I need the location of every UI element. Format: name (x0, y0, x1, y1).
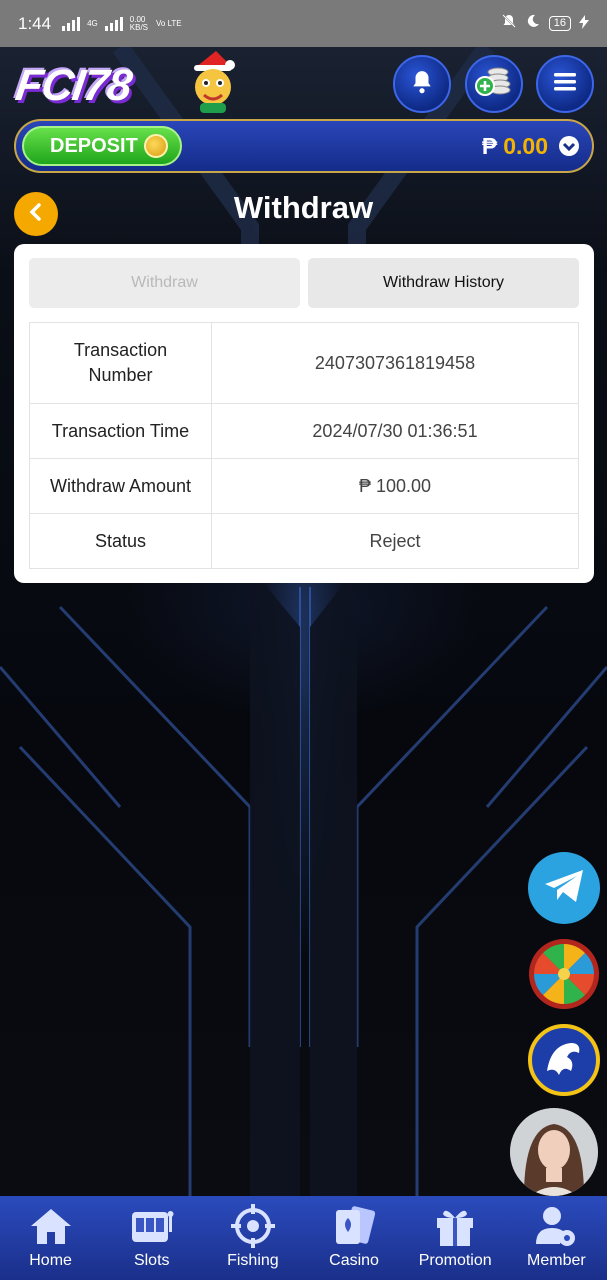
slot-machine-icon (130, 1204, 174, 1248)
add-coins-icon (474, 64, 514, 105)
dragon-icon (541, 1035, 587, 1086)
brand-logo[interactable]: FCI78 (12, 61, 135, 111)
coin-icon (143, 134, 168, 158)
cards-icon (332, 1204, 376, 1248)
page-title: Withdraw (233, 190, 374, 225)
notifications-button[interactable] (393, 55, 451, 113)
nav-slots[interactable]: Slots (101, 1196, 202, 1270)
table-row: Transaction Time 2024/07/30 01:36:51 (29, 403, 579, 459)
gift-icon (433, 1204, 477, 1248)
nav-label: Home (29, 1252, 72, 1269)
nav-label: Fishing (227, 1252, 279, 1269)
row-key: Status (29, 513, 212, 569)
bell-icon (409, 69, 435, 100)
live-chat-avatar[interactable] (510, 1108, 598, 1196)
lucky-wheel-button[interactable] (528, 938, 600, 1010)
telegram-button[interactable] (528, 852, 600, 924)
wallet-bar: DEPOSIT ₱ 0.00 (14, 119, 594, 173)
currency-symbol: ₱ (481, 133, 498, 159)
menu-icon (554, 72, 576, 97)
moon-icon (525, 13, 541, 34)
row-key: Transaction Time (29, 403, 212, 459)
row-value: 2024/07/30 01:36:51 (211, 403, 579, 459)
menu-button[interactable] (536, 55, 594, 113)
nav-promotion[interactable]: Promotion (405, 1196, 506, 1270)
nav-home[interactable]: Home (0, 1196, 101, 1270)
app-header: FCI78 (0, 47, 607, 119)
tab-withdraw-history[interactable]: Withdraw History (308, 258, 579, 308)
network-type: 4G (87, 18, 98, 28)
status-bar: 1:44 4G 0.00 KB/S Vo LTE 16 (0, 0, 607, 47)
data-speed: 0.00 KB/S (129, 14, 148, 32)
bottom-nav: Home Slots Fishing Casino Promotion Memb… (0, 1196, 607, 1280)
nav-label: Slots (133, 1252, 170, 1269)
nav-label: Promotion (418, 1252, 492, 1269)
status-time: 1:44 (18, 13, 52, 33)
tab-withdraw[interactable]: Withdraw (29, 258, 300, 308)
lucky-wheel-icon (529, 939, 599, 1009)
row-key: Withdraw Amount (29, 458, 212, 514)
transaction-table: Transaction Number 2407307361819458 Tran… (29, 322, 579, 569)
signal-icon (62, 16, 81, 31)
telegram-icon (543, 868, 585, 909)
lion-mascot-icon (186, 49, 240, 115)
signal-icon-2 (104, 16, 123, 31)
row-value: ₱ 100.00 (211, 458, 579, 514)
table-row: Withdraw Amount ₱ 100.00 (29, 458, 579, 514)
table-row: Status Reject (29, 513, 579, 569)
deposit-button[interactable]: DEPOSIT (22, 126, 182, 166)
row-value: 2407307361819458 (211, 322, 579, 404)
row-key: Transaction Number (29, 322, 212, 404)
withdraw-card: Withdraw Withdraw History Transaction Nu… (14, 244, 594, 583)
table-row: Transaction Number 2407307361819458 (29, 322, 579, 404)
battery-indicator: 16 (548, 16, 571, 31)
nav-label: Member (527, 1252, 586, 1269)
nav-fishing[interactable]: Fishing (202, 1196, 303, 1270)
charging-icon (579, 14, 589, 34)
dragon-promo-button[interactable] (528, 1024, 600, 1096)
nav-member[interactable]: Member (506, 1196, 607, 1270)
mute-icon (501, 13, 517, 34)
balance-display: ₱ 0.00 (482, 133, 548, 160)
member-gear-icon (534, 1204, 578, 1248)
nav-label: Casino (329, 1252, 379, 1269)
nav-casino[interactable]: Casino (304, 1196, 405, 1270)
deposit-label: DEPOSIT (50, 134, 138, 157)
add-coins-button[interactable] (465, 55, 523, 113)
balance-amount: 0.00 (503, 133, 548, 159)
status-value: Reject (211, 513, 579, 569)
chevron-down-icon[interactable] (558, 135, 580, 157)
home-icon (29, 1204, 73, 1248)
crosshair-icon (230, 1204, 275, 1248)
volte-indicator: Vo LTE (156, 18, 182, 28)
